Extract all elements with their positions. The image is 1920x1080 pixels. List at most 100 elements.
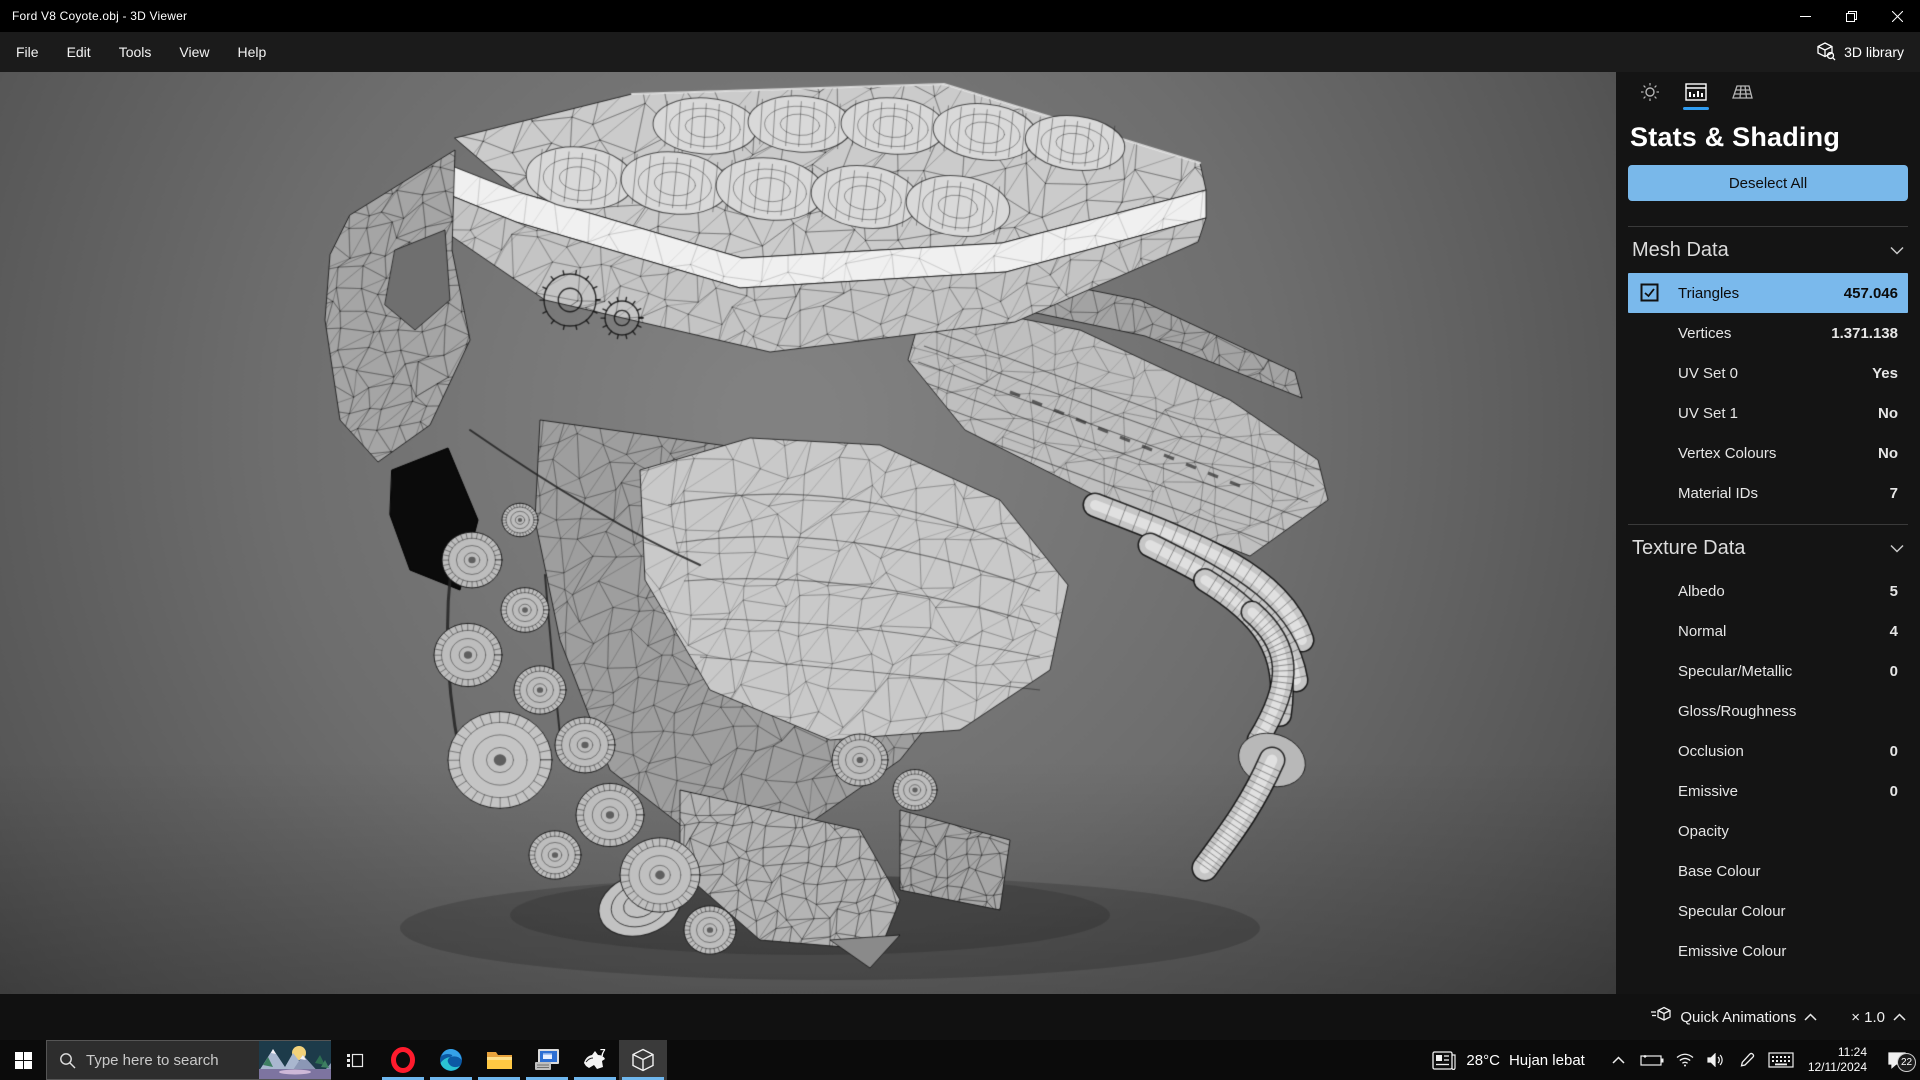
stat-row-occlusion[interactable]: Occlusion 0 <box>1628 731 1908 771</box>
stat-label: Occlusion <box>1678 742 1744 760</box>
touch-keyboard-icon[interactable] <box>1767 1052 1795 1068</box>
stat-row-material-ids[interactable]: Material IDs 7 <box>1628 473 1908 513</box>
stat-value: 7 <box>1889 484 1898 502</box>
stat-value: 457.046 <box>1843 284 1898 302</box>
chevron-up-icon[interactable] <box>1804 1013 1817 1021</box>
stat-row-vertices[interactable]: Vertices 1.371.138 <box>1628 313 1908 353</box>
menu-view[interactable]: View <box>165 32 223 72</box>
pc-app-icon[interactable] <box>523 1040 571 1080</box>
tray-chevron-up-icon[interactable] <box>1608 1056 1630 1064</box>
stat-label: Opacity <box>1678 822 1729 840</box>
stat-row-uv-set-1[interactable]: UV Set 1 No <box>1628 393 1908 433</box>
mesh-data-section: Mesh Data Triangles 457.046 Vertices 1.3… <box>1616 227 1920 513</box>
file-explorer-icon[interactable] <box>475 1040 523 1080</box>
system-tray: 28°C Hujan lebat 11:24 12/11/2024 22 <box>1431 1040 1920 1080</box>
menu-bar: File Edit Tools View Help 3D library <box>0 32 1920 72</box>
stat-value: No <box>1878 404 1898 422</box>
start-button[interactable] <box>0 1040 46 1080</box>
tab-grid[interactable] <box>1730 82 1754 112</box>
stat-value: 4 <box>1889 622 1898 640</box>
svg-text:7: 7 <box>600 1048 606 1059</box>
stat-row-vertex-colours[interactable]: Vertex Colours No <box>1628 433 1908 473</box>
chevron-down-icon <box>1890 544 1904 553</box>
stat-row-triangles[interactable]: Triangles 457.046 <box>1628 273 1908 313</box>
panel-tabs <box>1616 72 1920 118</box>
stat-row-specular-metallic[interactable]: Specular/Metallic 0 <box>1628 651 1908 691</box>
chevron-up-icon[interactable] <box>1893 1013 1906 1021</box>
menu-tools[interactable]: Tools <box>105 32 166 72</box>
stat-value: 0 <box>1889 782 1898 800</box>
stat-row-normal[interactable]: Normal 4 <box>1628 611 1908 651</box>
stat-value: 1.371.138 <box>1831 324 1898 342</box>
bing-daily-image[interactable] <box>259 1041 331 1079</box>
opera-icon[interactable] <box>379 1040 427 1080</box>
stat-value: 0 <box>1889 742 1898 760</box>
restore-button[interactable] <box>1828 0 1874 32</box>
texture-data-section: Texture Data Albedo 5 Normal 4 Specular/… <box>1616 525 1920 971</box>
mesh-data-header[interactable]: Mesh Data <box>1616 227 1920 273</box>
stat-value: Yes <box>1872 364 1898 382</box>
texture-data-header[interactable]: Texture Data <box>1616 525 1920 571</box>
stat-label: Specular Colour <box>1678 902 1786 920</box>
rhino7-icon[interactable]: 7 <box>571 1040 619 1080</box>
news-weather-icon[interactable] <box>1431 1050 1457 1070</box>
pen-icon[interactable] <box>1736 1052 1758 1068</box>
stat-label: Vertices <box>1678 324 1732 342</box>
windows-taskbar: Type here to search 7 28°C Hujan lebat 1… <box>0 1040 1920 1080</box>
stat-row-albedo[interactable]: Albedo 5 <box>1628 571 1908 611</box>
menu-edit[interactable]: Edit <box>53 32 105 72</box>
stat-row-emissive[interactable]: Emissive 0 <box>1628 771 1908 811</box>
title-bar: Ford V8 Coyote.obj - 3D Viewer <box>0 0 1920 32</box>
close-button[interactable] <box>1874 0 1920 32</box>
tray-clock[interactable]: 11:24 12/11/2024 <box>1804 1045 1871 1075</box>
checkbox-checked-icon[interactable] <box>1640 283 1659 302</box>
chevron-down-icon <box>1890 246 1904 255</box>
deselect-all-button[interactable]: Deselect All <box>1628 165 1908 201</box>
stat-label: Albedo <box>1678 582 1725 600</box>
viewport-3d[interactable] <box>0 72 1616 994</box>
stat-row-uv-set-0[interactable]: UV Set 0 Yes <box>1628 353 1908 393</box>
taskbar-search-input[interactable]: Type here to search <box>46 1040 331 1080</box>
wifi-icon[interactable] <box>1674 1053 1696 1067</box>
stat-label: Base Colour <box>1678 862 1761 880</box>
menu-file[interactable]: File <box>0 32 53 72</box>
3d-library-button[interactable]: 3D library <box>1800 32 1920 72</box>
tray-weather-label[interactable]: Hujan lebat <box>1509 1052 1585 1069</box>
tab-lighting[interactable] <box>1638 82 1662 112</box>
menu-help[interactable]: Help <box>223 32 280 72</box>
stat-label: Triangles <box>1678 284 1740 302</box>
notification-center-button[interactable]: 22 <box>1880 1051 1916 1072</box>
quick-animations-label[interactable]: Quick Animations <box>1680 1009 1796 1026</box>
tray-temperature[interactable]: 28°C <box>1466 1052 1500 1069</box>
stat-label: Material IDs <box>1678 484 1759 502</box>
battery-icon[interactable] <box>1639 1054 1665 1067</box>
task-view-button[interactable] <box>331 1040 379 1080</box>
stat-value: No <box>1878 444 1898 462</box>
stat-label: Emissive Colour <box>1678 942 1787 960</box>
edge-icon[interactable] <box>427 1040 475 1080</box>
stat-row-gloss-roughness[interactable]: Gloss/Roughness <box>1628 691 1908 731</box>
app-footer-bar: Quick Animations × 1.0 <box>0 994 1920 1040</box>
tray-date: 12/11/2024 <box>1807 1060 1867 1074</box>
stats-shading-panel: Stats & Shading Deselect All Mesh Data T… <box>1616 72 1920 994</box>
stat-value: 5 <box>1889 582 1898 600</box>
3d-library-label: 3D library <box>1844 44 1904 60</box>
stat-row-emissive-colour[interactable]: Emissive Colour <box>1628 931 1908 971</box>
search-icon <box>60 1052 76 1068</box>
texture-data-title: Texture Data <box>1632 536 1746 559</box>
stat-row-opacity[interactable]: Opacity <box>1628 811 1908 851</box>
tray-time: 11:24 <box>1837 1045 1867 1059</box>
stat-label: Gloss/Roughness <box>1678 702 1797 720</box>
cube-search-icon <box>1816 41 1836 64</box>
engine-wireframe-render[interactable] <box>0 72 1616 994</box>
animation-speed-label[interactable]: × 1.0 <box>1851 1009 1885 1026</box>
volume-icon[interactable] <box>1705 1053 1727 1067</box>
stat-row-specular-colour[interactable]: Specular Colour <box>1628 891 1908 931</box>
stat-row-base-colour[interactable]: Base Colour <box>1628 851 1908 891</box>
stat-label: UV Set 0 <box>1678 364 1739 382</box>
stat-label: Normal <box>1678 622 1727 640</box>
minimize-button[interactable] <box>1782 0 1828 32</box>
3d-viewer-icon[interactable] <box>619 1040 667 1080</box>
stat-value: 0 <box>1889 662 1898 680</box>
tab-stats-shading[interactable] <box>1683 82 1709 112</box>
